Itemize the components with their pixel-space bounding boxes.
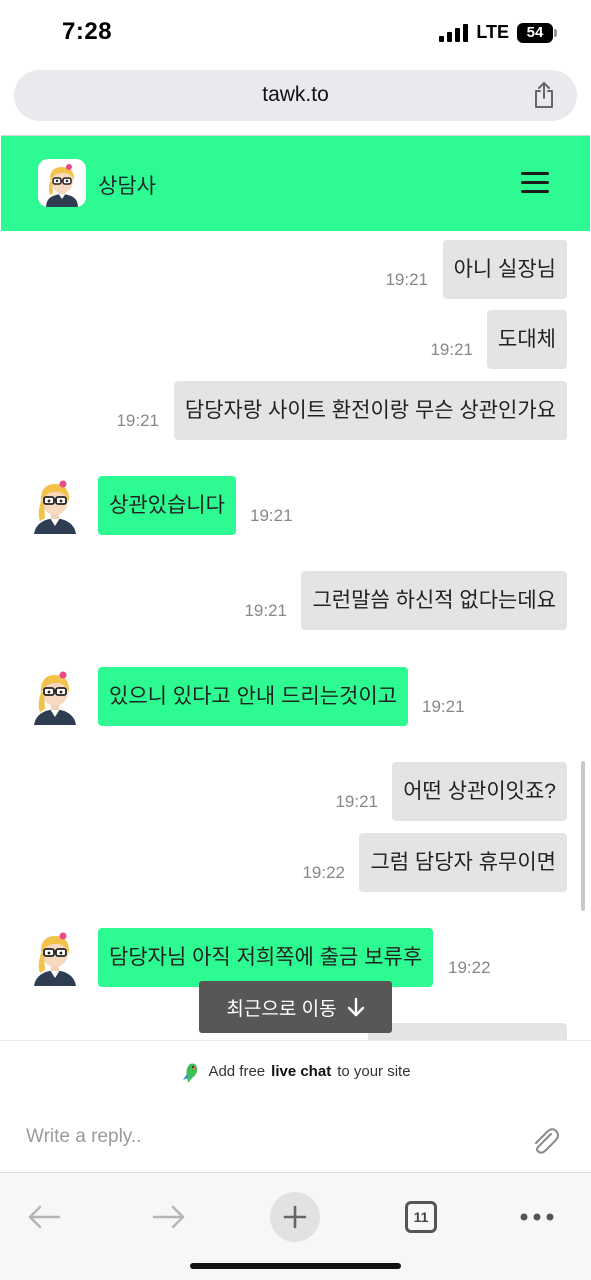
outgoing-message: 어떤 상관이잇죠? [392,762,567,821]
outgoing-message: 담당자랑 사이트 환전이랑 무슨 상관인가요 [173,381,567,440]
outgoing-message: 그럼 담당자 휴무이면 [359,833,567,892]
tabs-button[interactable]: 11 [403,1187,439,1247]
home-indicator [190,1263,401,1269]
message-time: 19:21 [244,601,287,620]
outgoing-message: 도대체 [487,310,567,369]
powered-suffix: to your site [337,1063,411,1080]
status-indicators: LTE 54 [439,22,557,43]
message-list[interactable]: 아니 실장님 19:21 도대체 19:21 담당자랑 사이트 환전이랑 무슨 상관인가… [1,231,590,1041]
forward-arrow-icon[interactable] [151,1187,187,1247]
powered-bold: live chat [271,1063,332,1080]
agent-avatar [30,926,80,986]
signal-icon [439,23,469,42]
message-time: 19:21 [335,792,378,811]
arrow-down-icon [347,997,364,1017]
battery-icon: 54 [517,22,557,43]
more-dots-icon[interactable] [519,1187,555,1247]
back-arrow-icon[interactable] [26,1187,62,1247]
new-tab-button[interactable] [270,1187,320,1247]
url-text[interactable]: tawk.to [14,83,577,107]
outgoing-message-partial [368,1023,567,1041]
paperclip-icon[interactable] [529,1124,559,1156]
status-bar: 7:28 LTE 54 [0,0,591,66]
message-time: 19:22 [448,958,491,977]
message-time: 19:21 [250,506,293,525]
plus-icon[interactable] [270,1192,320,1242]
tabs-icon[interactable]: 11 [405,1201,437,1233]
agent-name: 상담사 [98,175,156,198]
jump-to-recent-label: 최근으로 이동 [226,998,337,1020]
outgoing-message: 그런말씀 하신적 없다는데요 [301,571,567,630]
reply-input[interactable] [26,1126,476,1148]
agent-avatar [30,665,80,725]
message-time: 19:21 [116,411,159,430]
reply-bar [0,1102,591,1172]
network-label: LTE [476,22,509,42]
agent-avatar [38,159,86,207]
share-icon[interactable] [529,80,559,110]
incoming-message: 담당자님 아직 저희쪽에 출금 보류후 [98,928,434,987]
status-time: 7:28 [62,18,113,45]
incoming-message: 있으니 있다고 안내 드리는것이고 [98,667,408,726]
incoming-message: 상관있습니다 [98,476,236,535]
scrollbar[interactable] [581,761,585,911]
message-time: 19:22 [302,863,345,882]
agent-avatar [30,474,80,534]
parrot-logo-icon [183,1063,198,1083]
jump-to-recent-button[interactable]: 최근으로 이동 [199,981,392,1033]
message-time: 19:21 [385,270,428,289]
powered-prefix: Add free [208,1063,266,1080]
message-time: 19:21 [422,697,465,716]
chat-header: 상담사 [1,135,590,231]
hamburger-menu-icon[interactable] [521,172,549,194]
powered-by-link[interactable]: Add free live chat to your site [0,1040,591,1102]
outgoing-message: 아니 실장님 [442,240,567,299]
message-time: 19:21 [430,340,473,359]
address-bar[interactable]: tawk.to [14,70,577,121]
